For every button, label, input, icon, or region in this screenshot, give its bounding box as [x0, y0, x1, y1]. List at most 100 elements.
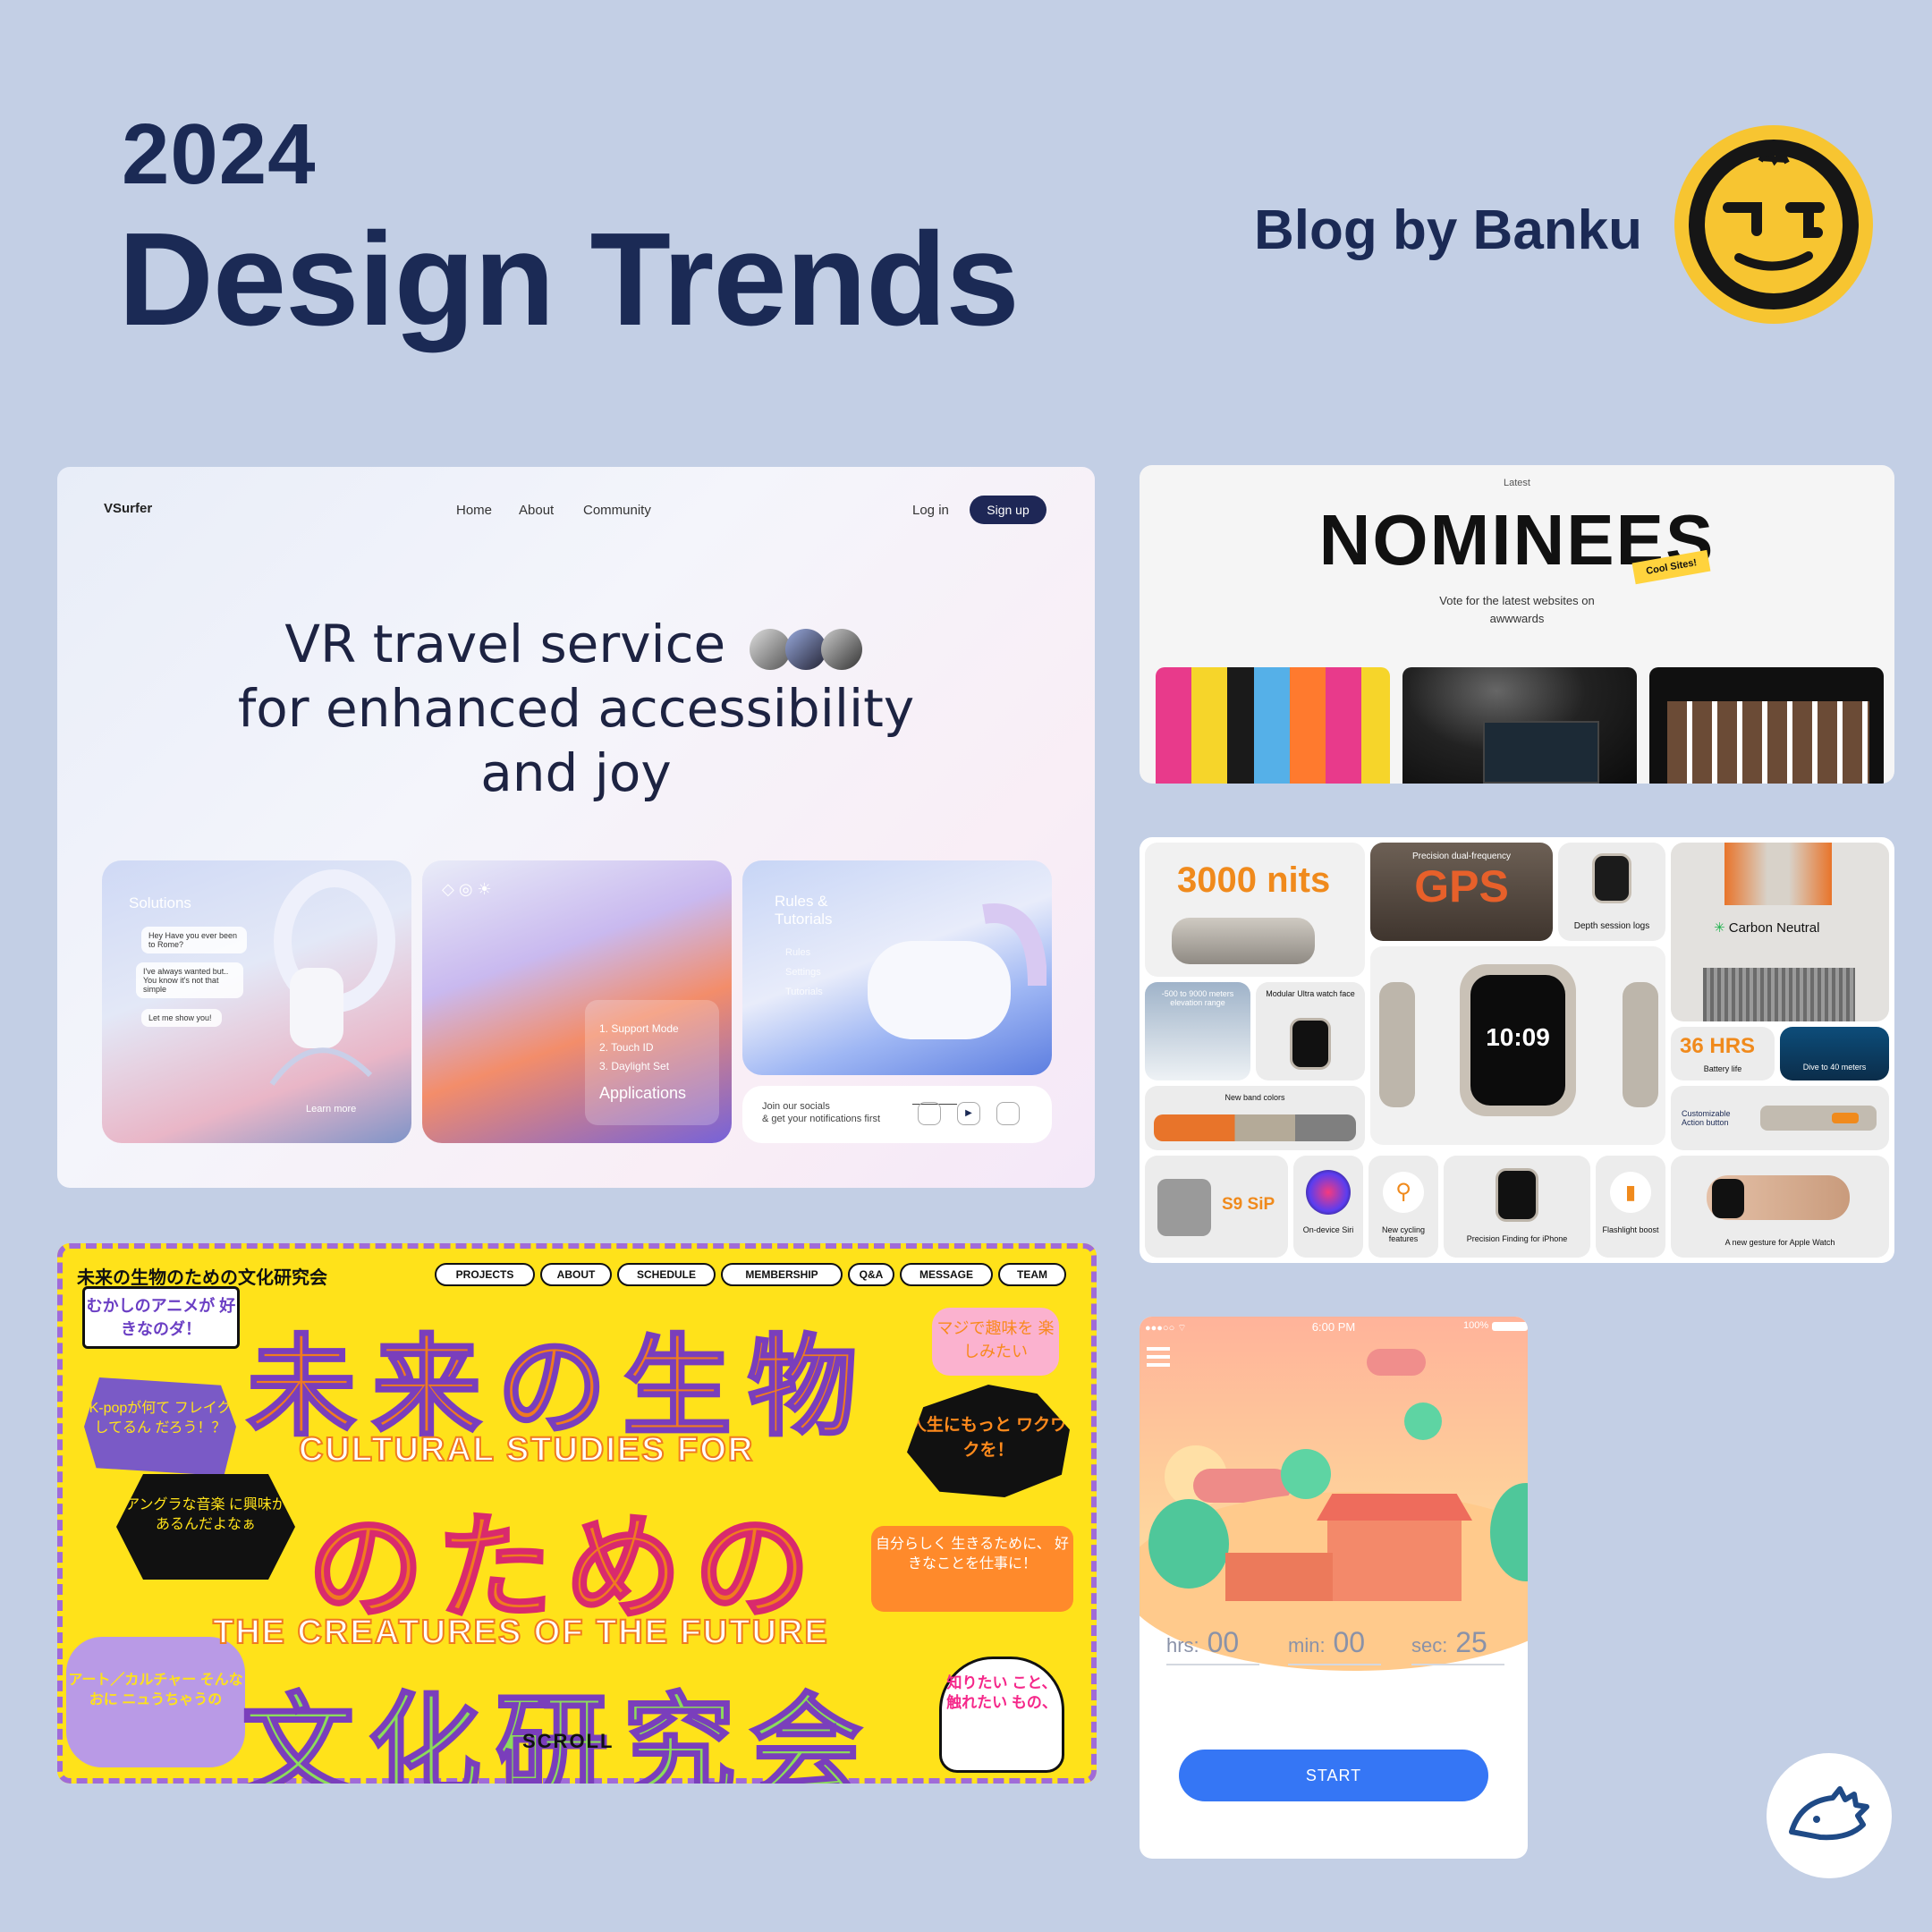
- tile-elevation: -500 to 9000 meters elevation range: [1145, 982, 1250, 1080]
- headline-row-3: 文化研究会: [241, 1683, 877, 1784]
- battery-icon: [1492, 1322, 1528, 1331]
- discord-icon[interactable]: [996, 1102, 1020, 1125]
- instagram-icon[interactable]: [918, 1102, 941, 1125]
- rules-list: Rules Settings Tutorials: [785, 947, 823, 997]
- tile-bands: New band colors: [1145, 1086, 1365, 1150]
- modular-label: Modular Ultra watch face: [1266, 989, 1355, 998]
- tile-action: Customizable Action button: [1671, 1086, 1889, 1150]
- finding-label: Precision Finding for iPhone: [1466, 1234, 1568, 1243]
- login-link[interactable]: Log in: [912, 503, 949, 518]
- nav-qa[interactable]: Q&A: [848, 1263, 894, 1286]
- dive-label: Dive to 40 meters: [1802, 1063, 1867, 1072]
- vr-brand[interactable]: VSurfer: [104, 501, 152, 516]
- speech-bubble: マジで趣味を 楽しみたい: [932, 1308, 1059, 1376]
- bike-icon: ⚲: [1383, 1172, 1424, 1213]
- nav-community[interactable]: Community: [583, 503, 651, 518]
- tile-siri: On-device Siri: [1293, 1156, 1363, 1258]
- speech-bubble: 知りたい こと、 触れたい もの、: [939, 1657, 1064, 1773]
- tile-watch-hero: 10:09: [1370, 946, 1665, 1145]
- diamond-icon: ◇ ◎ ☀: [442, 880, 492, 898]
- nominee-thumbnail[interactable]: [1156, 667, 1390, 784]
- site-name[interactable]: 未来の生物のための文化研究会: [77, 1263, 327, 1289]
- watch-time: 10:09: [1486, 1023, 1550, 1051]
- socials-panel: Join our socials & get your notifications…: [742, 1086, 1052, 1143]
- scroll-indicator[interactable]: SCROLL: [522, 1730, 614, 1753]
- battery-status: 100%: [1463, 1320, 1489, 1331]
- awwwards-nominees-card: Latest NOMINEES Cool Sites! Vote for the…: [1140, 465, 1894, 784]
- tile-nits: 3000 nits: [1145, 843, 1365, 977]
- carbon-label: ✳ Carbon Neutral: [1714, 920, 1820, 936]
- leaf-icon: ✳: [1714, 920, 1725, 936]
- nav-home[interactable]: Home: [456, 503, 492, 518]
- japanese-culture-card: 未来の生物のための文化研究会 PROJECTS ABOUT SCHEDULE M…: [57, 1243, 1097, 1784]
- start-button[interactable]: START: [1179, 1750, 1488, 1801]
- creatures-heading: THE CREATURES OF THE FUTURE: [212, 1613, 829, 1652]
- learn-more-link[interactable]: Learn more: [306, 1104, 356, 1114]
- speech-bubble: 自分らしく 生きるために、 好きなことを仕事に！: [871, 1526, 1073, 1612]
- latest-label: Latest: [1504, 478, 1530, 488]
- banku-face-logo-icon: [1674, 125, 1873, 324]
- blog-byline: Blog by Banku: [1254, 199, 1643, 261]
- page-title: Design Trends: [118, 206, 1020, 353]
- rules-panel[interactable]: Rules & Tutorials Rules Settings Tutorials: [742, 860, 1052, 1075]
- nav-team[interactable]: TEAM: [998, 1263, 1066, 1286]
- nominee-thumbnail[interactable]: [1649, 667, 1884, 784]
- chat-bubble: Let me show you!: [141, 1009, 222, 1027]
- tile-cycling: ⚲ New cycling features: [1368, 1156, 1438, 1258]
- vr-hero-heading: VR travel service for enhanced accessibi…: [57, 612, 1095, 805]
- tile-gesture: A new gesture for Apple Watch: [1671, 1156, 1889, 1258]
- elevation-label: -500 to 9000 meters elevation range: [1161, 989, 1234, 1007]
- hero-line-1: VR travel service: [57, 612, 1095, 676]
- cultural-studies-heading: CULTURAL STUDIES FOR: [298, 1430, 755, 1470]
- vr-headset-image: [868, 903, 1046, 1039]
- nominees-subtitle: Vote for the latest websites on awwwards: [1439, 594, 1595, 625]
- applications-list: 1. Support Mode 2. Touch ID 3. Daylight Se…: [599, 1022, 679, 1072]
- gesture-label: A new gesture for Apple Watch: [1724, 1238, 1835, 1247]
- hours-field[interactable]: hrs: 00: [1166, 1626, 1259, 1665]
- chat-bubble: I've always wanted but.. You know it's n…: [136, 962, 243, 998]
- tile-depth: Depth session logs: [1558, 843, 1665, 941]
- hedgehog-logo-icon: [1767, 1753, 1892, 1878]
- nav-projects[interactable]: PROJECTS: [435, 1263, 535, 1286]
- depth-label: Depth session logs: [1573, 921, 1650, 931]
- nav-membership[interactable]: MEMBERSHIP: [721, 1263, 843, 1286]
- signup-button[interactable]: Sign up: [970, 496, 1046, 524]
- applications-title: Applications: [599, 1084, 687, 1102]
- tile-finding: Precision Finding for iPhone: [1444, 1156, 1590, 1258]
- timer-app-card: ●●●○○ ⌔ 6:00 PM 100% hrs: 00 min: 00 sec…: [1140, 1317, 1528, 1859]
- timer-illustration: ●●●○○ ⌔ 6:00 PM 100%: [1140, 1317, 1528, 1671]
- nav-schedule[interactable]: SCHEDULE: [617, 1263, 716, 1286]
- vr-travel-card: VSurfer Home About Community Log in Sign…: [57, 467, 1095, 1188]
- nominee-thumbnail[interactable]: [1402, 667, 1637, 784]
- flashlight-label: Flashlight boost: [1602, 1225, 1659, 1234]
- minutes-field[interactable]: min: 00: [1288, 1626, 1381, 1665]
- menu-icon[interactable]: [1147, 1347, 1170, 1367]
- year-heading: 2024: [122, 106, 317, 202]
- battery-life-label: Battery life: [1703, 1064, 1742, 1073]
- flashlight-icon: ▮: [1610, 1172, 1651, 1213]
- nav-message[interactable]: MESSAGE: [900, 1263, 993, 1286]
- speech-bubble: アングラな音楽 に興味が あるんだよなぁ: [116, 1474, 295, 1580]
- solutions-panel[interactable]: Solutions Hey Have you ever been to Rome…: [102, 860, 411, 1143]
- cycling-label: New cycling features: [1381, 1225, 1425, 1243]
- tile-carbon: ✳ Carbon Neutral: [1671, 843, 1889, 1021]
- apple-watch-bento-card: 3000 nits Precision dual-frequency GPS D…: [1140, 837, 1894, 1263]
- tile-dive: Dive to 40 meters: [1780, 1027, 1889, 1080]
- seconds-field[interactable]: sec: 25: [1411, 1626, 1504, 1665]
- nav-about[interactable]: About: [519, 503, 554, 518]
- tile-s9: S9 SiP: [1145, 1156, 1288, 1258]
- chat-bubble: Hey Have you ever been to Rome?: [141, 927, 247, 953]
- tile-hours: 36 HRS Battery life: [1671, 1027, 1775, 1080]
- youtube-icon[interactable]: ▶: [957, 1102, 980, 1125]
- bands-label: New band colors: [1224, 1093, 1285, 1102]
- socials-text: Join our socials & get your notifications…: [762, 1101, 881, 1124]
- siri-label: On-device Siri: [1302, 1225, 1354, 1234]
- nominees-title: NOMINEES: [1318, 500, 1716, 580]
- vr-avatars: [742, 625, 868, 670]
- applications-panel[interactable]: ◇ ◎ ☀ 1. Support Mode 2. Touch ID 3. Dayli…: [422, 860, 732, 1143]
- gps-label: GPS: [1414, 861, 1509, 911]
- nav-about[interactable]: ABOUT: [540, 1263, 612, 1286]
- speech-bubble: アート／カルチャー そんなおに ニュうちゃうの: [66, 1637, 245, 1767]
- action-button-label: Customizable Action button: [1682, 1109, 1731, 1127]
- s9-label: S9 SiP: [1222, 1195, 1275, 1214]
